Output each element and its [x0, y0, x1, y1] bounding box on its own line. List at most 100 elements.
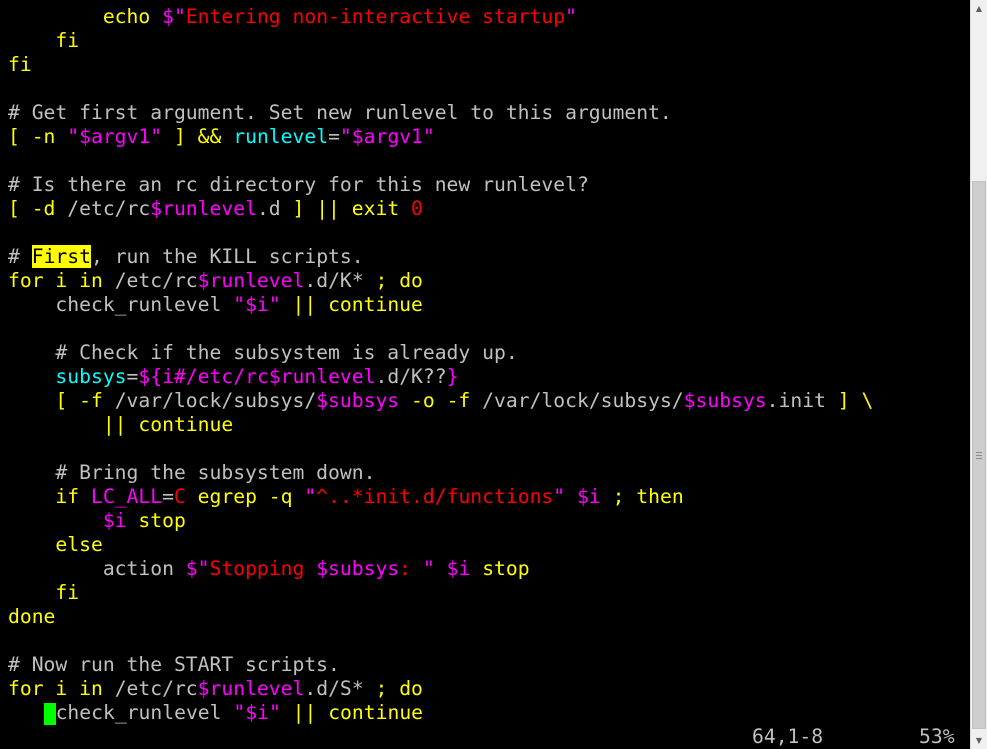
- code-token: [ -n: [8, 125, 68, 148]
- status-line: 64,1-8 53%: [0, 725, 970, 749]
- code-line: # Is there an rc directory for this new …: [8, 173, 968, 197]
- code-token: # Is there an rc directory for this new …: [8, 173, 589, 196]
- code-token: ": [268, 293, 281, 316]
- code-token: $i: [446, 557, 471, 580]
- code-line: else: [8, 533, 968, 557]
- code-token: fi: [55, 29, 80, 52]
- code-token: || continue: [280, 701, 424, 724]
- code-token: =: [328, 125, 340, 148]
- code-token: $i: [102, 509, 127, 532]
- code-token: :: [399, 557, 423, 580]
- code-token: $argv1: [351, 125, 423, 148]
- code-token: ": [233, 293, 246, 316]
- code-token: # Bring the subsystem down.: [8, 461, 376, 484]
- code-token: Stopping: [209, 557, 317, 580]
- code-token: .d/K*: [304, 269, 376, 292]
- code-token: , run the KILL scripts.: [90, 245, 364, 268]
- code-token: done: [8, 605, 56, 628]
- code-token: for i in: [8, 269, 115, 292]
- code-token: C: [173, 485, 186, 508]
- code-token: =: [162, 485, 174, 508]
- code-token: $runlevel: [197, 677, 305, 700]
- code-token: action: [8, 557, 186, 580]
- code-token: /etc/rc: [67, 197, 151, 220]
- code-token: ] &&: [162, 125, 234, 148]
- vertical-scrollbar[interactable]: ▲ ▼: [970, 0, 987, 749]
- code-token: ": [553, 485, 566, 508]
- code-token: .init: [766, 389, 838, 412]
- code-token: $": [185, 557, 210, 580]
- code-line: fi: [8, 53, 968, 77]
- code-token: check_runlevel: [8, 293, 234, 316]
- code-token: stop: [470, 557, 530, 580]
- code-token: ": [304, 485, 317, 508]
- code-token: .d: [256, 197, 293, 220]
- code-token: $": [162, 5, 186, 28]
- code-token: ^..*init.d/functions: [316, 485, 554, 508]
- code-line: || continue: [8, 413, 968, 437]
- code-editor[interactable]: echo $"Entering non-interactive startup"…: [8, 5, 968, 725]
- code-token: fi: [8, 53, 32, 76]
- code-token: .d/K??: [375, 365, 447, 388]
- code-token: $runlevel: [150, 197, 257, 220]
- code-line: echo $"Entering non-interactive startup": [8, 5, 968, 29]
- code-token: subsys: [55, 365, 127, 388]
- code-line: # Bring the subsystem down.: [8, 461, 968, 485]
- code-token: ": [67, 125, 80, 148]
- code-token: ": [422, 557, 435, 580]
- scroll-down-icon[interactable]: ▼: [971, 732, 987, 749]
- code-line: fi: [8, 29, 968, 53]
- code-token: ": [565, 5, 577, 28]
- code-token: ] || exit: [292, 197, 412, 220]
- code-line: # Now run the START scripts.: [8, 653, 968, 677]
- code-token: ] \: [837, 389, 874, 412]
- code-line: subsys=${i#/etc/rc$runlevel.d/K??}: [8, 365, 968, 389]
- code-token: ; do: [375, 269, 423, 292]
- code-token: 0: [411, 197, 423, 220]
- code-line: done: [8, 605, 968, 629]
- code-token: runlevel: [233, 125, 329, 148]
- cursor-position: 64,1-8: [752, 725, 824, 748]
- scroll-percentage: 53%: [919, 725, 955, 748]
- code-token: $i: [577, 485, 601, 508]
- code-token: =: [126, 365, 139, 388]
- code-token: /etc/rc: [114, 269, 198, 292]
- code-line: $i stop: [8, 509, 968, 533]
- code-token: ": [339, 125, 352, 148]
- code-token: $subsys: [683, 389, 767, 412]
- code-token: || continue: [280, 293, 423, 316]
- scrollbar-thumb[interactable]: [972, 181, 986, 729]
- grip-icon: [976, 452, 982, 459]
- code-line: # First, run the KILL scripts.: [8, 245, 968, 269]
- text-cursor: [43, 702, 56, 725]
- code-token: $runlevel: [268, 365, 376, 388]
- code-line: for i in /etc/rc$runlevel.d/S* ; do: [8, 677, 968, 701]
- code-token: ": [150, 125, 163, 148]
- code-token: /var/lock/subsys/: [482, 389, 684, 412]
- code-token: ; then: [600, 485, 684, 508]
- code-token: i#/etc/rc: [162, 365, 269, 388]
- code-token: || continue: [8, 413, 234, 436]
- code-line: [ -d /etc/rc$runlevel.d ] || exit 0: [8, 197, 968, 221]
- code-line: for i in /etc/rc$runlevel.d/K* ; do: [8, 269, 968, 293]
- scroll-up-icon[interactable]: ▲: [971, 0, 987, 17]
- terminal-window[interactable]: echo $"Entering non-interactive startup"…: [0, 0, 970, 749]
- code-token: ": [268, 701, 281, 724]
- code-token: ; do: [375, 677, 423, 700]
- code-token: # Now run the START scripts.: [8, 653, 340, 676]
- code-token: ": [233, 701, 246, 724]
- code-token: egrep -q: [185, 485, 305, 508]
- code-token: Entering non-interactive startup: [185, 5, 566, 28]
- code-token: LC_ALL: [90, 485, 163, 508]
- code-line: fi: [8, 581, 968, 605]
